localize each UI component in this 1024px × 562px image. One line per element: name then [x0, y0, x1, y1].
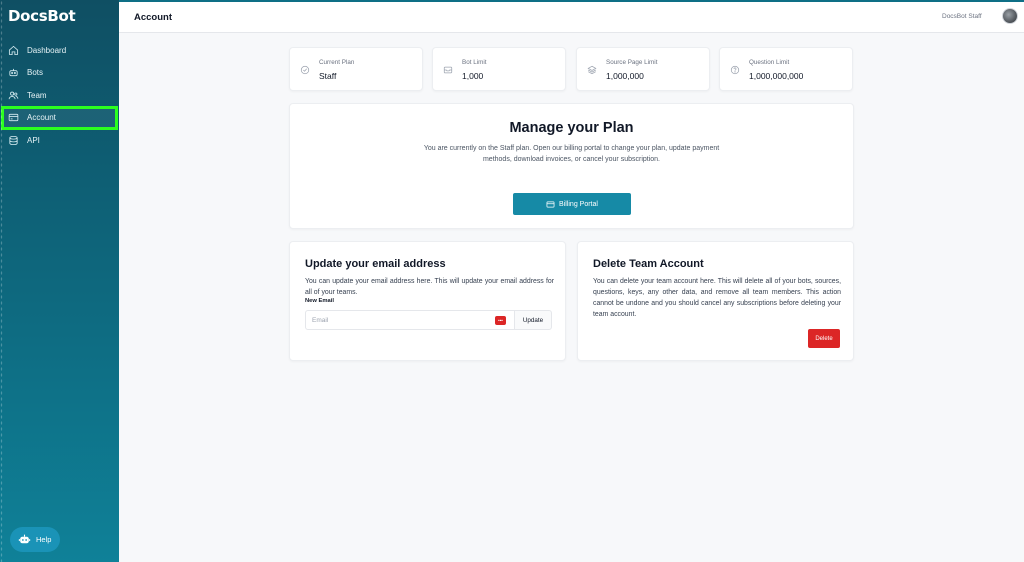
sidebar-item-label: Dashboard	[27, 45, 67, 55]
app-logo[interactable]: DocsBot	[8, 7, 76, 25]
question-circle-icon	[730, 65, 740, 75]
layers-icon	[587, 65, 597, 75]
stat-card-current-plan: Current Plan Staff	[289, 47, 423, 91]
credit-card-icon	[8, 114, 19, 122]
users-icon	[8, 91, 19, 99]
user-name[interactable]: DocsBot Staff	[942, 13, 982, 20]
password-manager-icon[interactable]: •••	[495, 316, 506, 325]
manage-plan-title: Manage your Plan	[509, 120, 634, 136]
home-icon	[8, 45, 19, 55]
sidebar-item-label: Team	[27, 90, 47, 100]
top-header: Account DocsBot Staff	[119, 2, 1024, 33]
stat-card-question-limit: Question Limit 1,000,000,000	[719, 47, 853, 91]
email-field[interactable]	[305, 310, 515, 330]
stat-value: 1,000	[462, 71, 484, 81]
sidebar-item-label: API	[27, 135, 40, 145]
sidebar-item-team[interactable]: Team	[0, 84, 119, 107]
help-button[interactable]: Help	[10, 527, 60, 552]
update-email-description: You can update your email address here. …	[305, 278, 554, 296]
delete-team-description: You can delete your team account here. T…	[593, 278, 841, 318]
update-email-title: Update your email address	[305, 258, 446, 270]
sidebar-item-label: Bots	[27, 68, 44, 78]
delete-team-title: Delete Team Account	[593, 258, 704, 270]
help-label: Help	[36, 535, 52, 544]
database-icon	[9, 135, 18, 145]
stat-label: Current Plan	[319, 59, 355, 66]
page-title: Account	[134, 12, 172, 23]
bot-icon	[9, 69, 18, 77]
delete-team-card: Delete Team Account You can delete your …	[577, 241, 854, 361]
stat-card-source-page-limit: Source Page Limit 1,000,000	[576, 47, 710, 91]
sidebar-item-dashboard[interactable]: Dashboard	[0, 39, 119, 62]
delete-team-button[interactable]: Delete	[808, 329, 840, 348]
check-circle-icon	[300, 65, 310, 75]
stat-value: 1,000,000	[606, 71, 644, 81]
stat-card-bot-limit: Bot Limit 1,000	[432, 47, 566, 91]
stat-value: Staff	[319, 71, 337, 81]
stat-label: Question Limit	[749, 59, 790, 66]
sidebar-nav: Dashboard Bots Team Account API	[0, 39, 119, 152]
sidebar-item-account[interactable]: Account	[1, 105, 118, 130]
sidebar-item-bots[interactable]: Bots	[0, 62, 119, 85]
billing-portal-button[interactable]: Billing Portal	[513, 193, 631, 215]
manage-plan-description: You are currently on the Staff plan. Ope…	[423, 145, 720, 163]
sidebar-item-api[interactable]: API	[0, 129, 119, 152]
billing-portal-label: Billing Portal	[559, 200, 598, 208]
manage-plan-card: Manage your Plan You are currently on th…	[289, 103, 854, 229]
credit-card-icon	[546, 201, 555, 207]
inbox-icon	[443, 66, 453, 74]
avatar[interactable]	[1002, 8, 1018, 24]
new-email-label: New Email	[305, 298, 334, 304]
update-email-button[interactable]: Update	[514, 310, 552, 330]
stat-value: 1,000,000,000	[749, 71, 804, 81]
stat-label: Bot Limit	[462, 59, 487, 66]
sidebar-item-label: Account	[27, 113, 56, 123]
sidebar: DocsBot Dashboard Bots Team Account API …	[0, 0, 119, 562]
update-email-card: Update your email address You can update…	[289, 241, 566, 361]
stat-label: Source Page Limit	[606, 59, 658, 66]
robot-icon	[18, 534, 31, 544]
